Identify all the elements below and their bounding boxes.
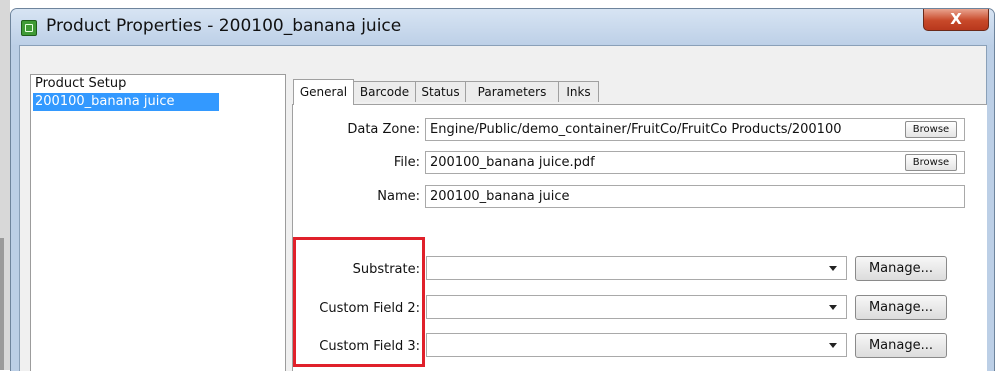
file-field[interactable]: 200100_banana juice.pdf <box>425 151 965 174</box>
name-value: 200100_banana juice <box>430 189 570 204</box>
custom-field-3-manage-button[interactable]: Manage... <box>855 333 947 358</box>
close-icon: X <box>950 10 962 28</box>
chevron-down-icon <box>829 305 837 310</box>
tab-barcode[interactable]: Barcode <box>353 81 416 102</box>
substrate-label: Substrate: <box>352 262 420 277</box>
tab-parameters[interactable]: Parameters <box>465 81 559 102</box>
close-button[interactable]: X <box>923 9 989 31</box>
custom-field-3-dropdown[interactable] <box>426 333 847 357</box>
tab-inks[interactable]: Inks <box>558 81 599 102</box>
substrate-dropdown[interactable] <box>426 256 847 280</box>
desktop-background <box>0 0 10 370</box>
general-panel <box>292 104 987 371</box>
custom-field-2-manage-button[interactable]: Manage... <box>855 295 947 320</box>
tab-status[interactable]: Status <box>415 81 466 102</box>
dialog-content: Product Setup 200100_banana juice Genera… <box>19 45 987 371</box>
substrate-manage-button[interactable]: Manage... <box>855 256 947 281</box>
title-bar[interactable]: Product Properties - 200100_banana juice… <box>11 9 994 45</box>
data-zone-field[interactable]: Engine/Public/demo_container/FruitCo/Fru… <box>425 118 965 141</box>
window-title: Product Properties - 200100_banana juice <box>46 16 402 36</box>
name-label: Name: <box>377 189 420 204</box>
custom-field-2-dropdown[interactable] <box>426 295 847 319</box>
file-browse-button[interactable]: Browse <box>905 154 957 171</box>
app-icon <box>21 20 37 36</box>
tree-item-banana-juice[interactable]: 200100_banana juice <box>33 93 219 111</box>
data-zone-label: Data Zone: <box>347 122 420 137</box>
data-zone-browse-button[interactable]: Browse <box>905 121 957 138</box>
tab-general[interactable]: General <box>293 79 354 105</box>
file-value: 200100_banana juice.pdf <box>430 155 595 170</box>
chevron-down-icon <box>829 266 837 271</box>
desktop-shadow <box>0 238 4 370</box>
name-field[interactable]: 200100_banana juice <box>425 185 965 208</box>
chevron-down-icon <box>829 343 837 348</box>
product-tree[interactable]: Product Setup 200100_banana juice <box>30 74 286 371</box>
data-zone-value: Engine/Public/demo_container/FruitCo/Fru… <box>430 122 842 137</box>
file-label: File: <box>393 155 420 170</box>
custom-field-3-label: Custom Field 3: <box>319 339 420 354</box>
tree-item-product-setup[interactable]: Product Setup <box>33 75 128 93</box>
custom-field-2-label: Custom Field 2: <box>319 301 420 316</box>
